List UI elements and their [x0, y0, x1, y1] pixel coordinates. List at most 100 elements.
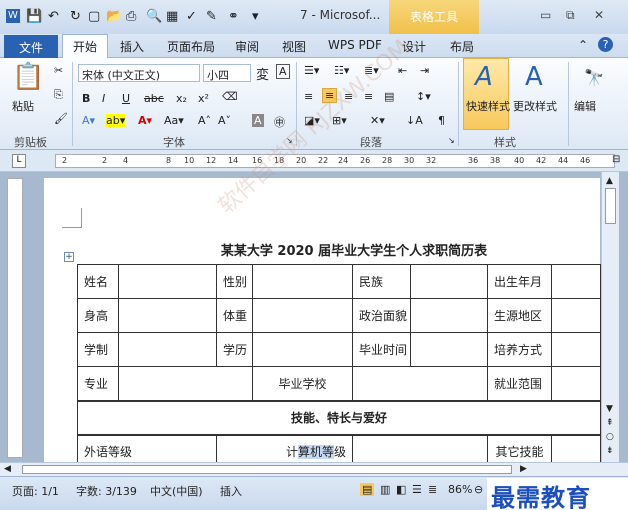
share-icon[interactable]: ⚭ [228, 9, 239, 25]
vertical-ruler[interactable] [7, 178, 23, 458]
underline-icon[interactable]: U [122, 92, 130, 105]
phonetic-icon[interactable]: 変 [256, 64, 269, 83]
zoom-out-icon[interactable]: ⊖ [474, 483, 483, 496]
horizontal-scrollbar[interactable]: ◀ ▶ [0, 462, 628, 476]
section-header-cell[interactable]: 技能、特长与爱好 [77, 399, 601, 435]
close-icon[interactable]: ✕ [594, 8, 604, 22]
preview-icon[interactable]: 🔍 [146, 9, 162, 25]
table-cell[interactable] [551, 332, 601, 367]
superscript-icon[interactable]: x² [198, 92, 209, 105]
table-cell[interactable] [252, 264, 353, 299]
table-cell[interactable]: 身高 [77, 298, 119, 333]
table-cell[interactable]: 专业 [77, 366, 119, 401]
table-cell[interactable] [551, 264, 601, 299]
outline-icon[interactable]: ☰ [412, 483, 422, 496]
enclose-char-icon[interactable]: ㊥ [274, 114, 285, 130]
change-styles-icon[interactable]: A [525, 62, 543, 92]
table-cell[interactable] [352, 366, 488, 401]
page-indicator[interactable]: 页面: 1/1 [12, 483, 59, 499]
tab-table-layout[interactable]: 布局 [450, 38, 474, 55]
prev-page-icon[interactable]: ⇞ [606, 418, 614, 428]
font-color-icon[interactable]: A▾ [138, 114, 152, 127]
h-scroll-thumb[interactable] [22, 465, 512, 474]
table-cell[interactable]: 体重 [216, 298, 253, 333]
table-icon[interactable]: ▦ [166, 9, 178, 25]
line-spacing-icon[interactable]: ↕▾ [416, 90, 431, 103]
table-cell[interactable]: 姓名 [77, 264, 119, 299]
scroll-thumb[interactable] [605, 188, 616, 224]
format-painter-icon[interactable]: 🖌 [54, 112, 68, 125]
open-icon[interactable]: 📂 [106, 9, 122, 25]
table-cell[interactable]: 出生年月 [487, 264, 552, 299]
char-border-icon[interactable]: A [276, 64, 290, 79]
italic-icon[interactable]: I [102, 92, 105, 105]
increase-indent-icon[interactable]: ⇥ [420, 64, 429, 77]
save-icon[interactable]: 💾 [26, 9, 42, 25]
web-layout-icon[interactable]: ◧ [396, 483, 406, 496]
tab-view[interactable]: 视图 [282, 38, 306, 55]
scroll-down-icon[interactable]: ▼ [606, 404, 613, 414]
font-size-combo[interactable]: 小四 [203, 64, 251, 82]
tab-insert[interactable]: 插入 [120, 38, 144, 55]
distributed-icon[interactable]: ▤ [384, 90, 394, 103]
view-ruler-icon[interactable]: ⊟ [612, 154, 620, 165]
tab-review[interactable]: 审阅 [235, 38, 259, 55]
paste-icon[interactable]: 📋 [12, 62, 44, 92]
subscript-icon[interactable]: x₂ [176, 92, 187, 105]
scroll-up-icon[interactable]: ▲ [606, 176, 613, 186]
quick-styles-button[interactable]: 快速样式 [466, 98, 510, 114]
table-cell[interactable]: 性别 [216, 264, 253, 299]
draw-icon[interactable]: ✎ [206, 9, 217, 25]
table-cell[interactable]: 民族 [352, 264, 411, 299]
tab-file[interactable]: 文件 [4, 35, 58, 58]
customize-qa-icon[interactable]: ▾ [252, 9, 259, 25]
table-cell[interactable] [118, 298, 217, 333]
table-cell[interactable] [118, 264, 217, 299]
undo-icon[interactable]: ↶ [48, 9, 59, 25]
new-doc-icon[interactable]: ▢ [88, 9, 100, 25]
paste-button[interactable]: 粘贴 [12, 98, 34, 114]
language-indicator[interactable]: 中文(中国) [150, 483, 203, 499]
table-cell[interactable] [252, 298, 353, 333]
table-cell[interactable] [118, 332, 217, 367]
help-icon[interactable]: ? [598, 37, 613, 52]
table-cell[interactable]: 就业范围 [487, 366, 552, 401]
table-cell[interactable] [410, 264, 488, 299]
sort-icon[interactable]: ↓A [406, 114, 423, 127]
draft-icon[interactable]: ≣ [428, 483, 437, 496]
browse-object-icon[interactable]: ○ [606, 432, 614, 442]
highlight-icon[interactable]: ab▾ [106, 114, 126, 127]
spell-icon[interactable]: ✓ [186, 9, 197, 25]
table-cell[interactable]: 毕业学校 [252, 366, 353, 401]
bold-icon[interactable]: B [82, 92, 90, 105]
quick-styles-icon[interactable]: A [475, 62, 493, 92]
tab-home[interactable]: 开始 [73, 38, 97, 55]
document-page[interactable]: + 某某大学 2020 届毕业大学生个人求职简历表 姓名 性别 民族 出生年月 … [44, 178, 601, 469]
find-icon[interactable]: 🔭 [584, 68, 604, 87]
table-cell[interactable] [410, 332, 488, 367]
table-cell[interactable]: 生源地区 [487, 298, 552, 333]
print-icon[interactable]: ⎙ [126, 9, 136, 25]
cut-icon[interactable]: ✂ [54, 64, 63, 77]
editing-button[interactable]: 编辑 [574, 98, 596, 114]
vertical-scrollbar[interactable]: ▲ ▼ ⇞ ○ ⇟ [601, 172, 619, 462]
table-cell[interactable] [551, 298, 601, 333]
change-case-icon[interactable]: Aa▾ [164, 114, 184, 127]
insert-mode[interactable]: 插入 [220, 483, 242, 499]
table-cell[interactable] [118, 366, 253, 401]
table-cell[interactable] [410, 298, 488, 333]
table-cell[interactable]: 学历 [216, 332, 253, 367]
clear-format-icon[interactable]: ⌫ [222, 90, 238, 103]
table-cell[interactable]: 毕业时间 [352, 332, 411, 367]
ruler-track[interactable]: 2 2 4 8 10 12 14 16 18 20 22 24 26 28 30… [55, 154, 615, 168]
chinese-layout-icon[interactable]: ✕▾ [370, 114, 385, 127]
align-left-icon[interactable]: ≡ [304, 90, 313, 103]
shrink-font-icon[interactable]: A˅ [218, 114, 231, 127]
tab-layout[interactable]: 页面布局 [167, 38, 215, 55]
table-cell[interactable] [252, 332, 353, 367]
word-app-icon[interactable]: W [6, 9, 20, 23]
copy-icon[interactable]: ⎘ [54, 88, 63, 102]
zoom-level[interactable]: 86% [448, 483, 472, 496]
paragraph-dialog-launcher-icon[interactable]: ↘ [448, 136, 455, 145]
show-marks-icon[interactable]: ¶ [438, 114, 445, 127]
